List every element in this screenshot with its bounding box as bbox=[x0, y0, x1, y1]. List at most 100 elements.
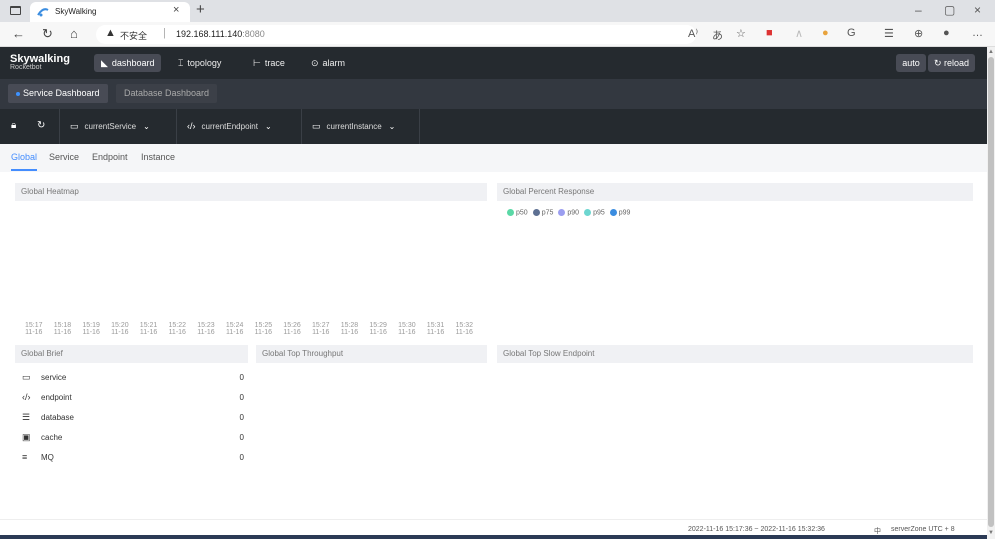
scrollbar-thumb[interactable] bbox=[988, 57, 994, 527]
global-top-throughput-title: Global Top Throughput bbox=[256, 345, 487, 363]
instance-icon: ▭ bbox=[312, 121, 321, 131]
refresh-icon[interactable]: ↻ bbox=[42, 26, 53, 42]
back-icon[interactable]: ← bbox=[12, 26, 25, 41]
legend-label: p95 bbox=[593, 209, 605, 217]
database-icon: ☰ bbox=[22, 412, 31, 422]
heatmap-time-label: 15:29 11-16 bbox=[369, 322, 387, 336]
dashboard-icon: ◣ bbox=[101, 58, 108, 68]
nav-topology[interactable]: ⌶ topology bbox=[171, 54, 228, 72]
url-field[interactable]: ▲ 不安全 | 192.168.111.140:8080 bbox=[96, 25, 696, 44]
heatmap-time-axis: 15:17 11-16 15:18 11-16 15:19 11-16 15:20 11-16… bbox=[25, 322, 485, 340]
collections-icon[interactable]: ⊕ bbox=[914, 27, 923, 40]
tab-endpoint[interactable]: Endpoint bbox=[92, 152, 128, 162]
nav-alarm[interactable]: ⊙ alarm bbox=[304, 54, 352, 72]
heatmap-time-label: 15:18 11-16 bbox=[53, 322, 72, 336]
scroll-up-icon[interactable]: ▲ bbox=[988, 49, 994, 55]
topology-icon: ⌶ bbox=[178, 58, 184, 68]
active-tab-underline bbox=[11, 169, 37, 171]
legend-item-p95[interactable]: p95 bbox=[584, 209, 605, 216]
service-select[interactable]: ▭ currentService ⌄ bbox=[59, 109, 175, 144]
content-tabs: Global Service Endpoint Instance bbox=[0, 144, 987, 172]
logo: Skywalking Rocketbot bbox=[10, 53, 70, 71]
legend-swatch bbox=[558, 209, 566, 216]
global-heatmap-title: Global Heatmap bbox=[15, 183, 487, 201]
page-scrollbar[interactable]: ▲ ▼ bbox=[987, 47, 995, 539]
scroll-down-icon[interactable]: ▼ bbox=[988, 530, 994, 536]
favorites-bar-icon[interactable]: ☰ bbox=[884, 27, 894, 40]
reload-button[interactable]: ↻ reload bbox=[928, 54, 975, 72]
browser-tab-title: SkyWalking bbox=[55, 7, 97, 16]
profile-avatar-icon[interactable]: ● bbox=[943, 27, 950, 39]
endpoint-icon: ‹/› bbox=[22, 392, 31, 402]
percent-legend: p50 p75 p90 p95 p99 bbox=[507, 209, 635, 216]
instance-select[interactable]: ▭ currentInstance ⌄ bbox=[301, 109, 419, 144]
tab-instance[interactable]: Instance bbox=[141, 152, 175, 162]
extension-icon[interactable]: ∧ bbox=[795, 27, 803, 40]
heatmap-time-label: 15:20 11-16 bbox=[111, 322, 129, 336]
url-text[interactable]: 192.168.111.140:8080 bbox=[176, 29, 265, 39]
skywalking-favicon-icon bbox=[37, 8, 49, 17]
brief-row-cache: ▣ cache 0 bbox=[22, 432, 244, 442]
heatmap-time-label: 15:21 11-16 bbox=[139, 322, 158, 336]
legend-label: p90 bbox=[567, 209, 580, 217]
legend-item-p90[interactable]: p90 bbox=[558, 209, 579, 216]
endpoint-icon: ‹/› bbox=[187, 121, 196, 131]
security-warning-text[interactable]: 不安全 bbox=[120, 29, 147, 42]
legend-swatch bbox=[609, 209, 617, 216]
global-brief-title: Global Brief bbox=[15, 345, 248, 363]
heatmap-time-label: 15:30 11-16 bbox=[398, 322, 416, 336]
service-icon: ▭ bbox=[70, 121, 79, 131]
address-bar: ← ↻ ⌂ ▲ 不安全 | 192.168.111.140:8080 A⁾ あ … bbox=[0, 22, 995, 47]
browser-tab[interactable]: SkyWalking × bbox=[30, 2, 190, 22]
service-icon: ▭ bbox=[22, 372, 31, 382]
tab-database-dashboard[interactable]: Database Dashboard bbox=[116, 84, 218, 103]
tab-actions-icon[interactable] bbox=[10, 6, 21, 15]
global-top-slow-endpoint-title: Global Top Slow Endpoint bbox=[497, 345, 973, 363]
app-top-nav: Skywalking Rocketbot ◣ dashboard ⌶ topolog… bbox=[0, 47, 987, 79]
toolbar-divider bbox=[419, 109, 420, 144]
selector-toolbar: 🔒︎ ↻ ▭ currentService ⌄ ‹/› currentEndpoint… bbox=[0, 109, 987, 144]
legend-label: p75 bbox=[541, 209, 554, 217]
heatmap-time-label: 15:23 11-16 bbox=[197, 322, 215, 336]
translate-icon[interactable]: あ bbox=[712, 27, 723, 43]
refresh-icon[interactable]: ↻ bbox=[37, 120, 45, 131]
restore-icon[interactable]: ▢ bbox=[944, 3, 955, 17]
heatmap-time-label: 15:28 11-16 bbox=[340, 322, 359, 336]
nav-dashboard[interactable]: ◣ dashboard bbox=[94, 54, 162, 72]
taskbar-edge bbox=[0, 535, 987, 539]
legend-item-p50[interactable]: p50 bbox=[507, 209, 528, 216]
home-icon[interactable]: ⌂ bbox=[70, 26, 78, 41]
server-zone[interactable]: serverZone UTC + 8 bbox=[891, 526, 955, 533]
new-tab-icon[interactable]: + bbox=[196, 1, 205, 18]
tab-service-dashboard[interactable]: Service Dashboard bbox=[8, 84, 108, 103]
minimize-icon[interactable]: – bbox=[915, 3, 922, 17]
warning-icon[interactable]: ▲ bbox=[105, 27, 116, 39]
tab-global[interactable]: Global bbox=[11, 152, 37, 162]
more-menu-icon[interactable]: … bbox=[972, 27, 983, 39]
nav-trace[interactable]: ⊢ trace bbox=[246, 54, 292, 72]
read-aloud-icon[interactable]: A⁾ bbox=[688, 27, 698, 40]
auto-button[interactable]: auto bbox=[896, 54, 926, 72]
close-tab-icon[interactable]: × bbox=[173, 4, 179, 16]
legend-item-p99[interactable]: p99 bbox=[609, 209, 631, 217]
tab-service[interactable]: Service bbox=[49, 152, 79, 162]
legend-label: p50 bbox=[516, 209, 528, 217]
heatmap-time-label: 15:31 11-16 bbox=[426, 322, 445, 336]
legend-label: p99 bbox=[618, 209, 631, 217]
extension-icon[interactable]: G bbox=[847, 27, 856, 39]
time-range[interactable]: 2022-11-16 15:17:36 ~ 2022-11-16 15:32:3… bbox=[688, 526, 825, 533]
alarm-icon: ⊙ bbox=[311, 58, 319, 68]
legend-item-p75[interactable]: p75 bbox=[532, 209, 554, 217]
favorite-icon[interactable]: ☆ bbox=[736, 27, 746, 40]
lock-icon[interactable]: 🔒︎ bbox=[11, 120, 16, 131]
heatmap-time-label: 15:24 11-16 bbox=[225, 322, 244, 336]
url-separator: | bbox=[163, 27, 166, 39]
cache-icon: ▣ bbox=[22, 432, 31, 442]
close-window-icon[interactable]: × bbox=[974, 3, 981, 17]
endpoint-select[interactable]: ‹/› currentEndpoint ⌄ bbox=[176, 109, 300, 144]
extension-icon[interactable]: ■ bbox=[766, 27, 773, 39]
extension-icon[interactable]: ● bbox=[822, 27, 829, 39]
heatmap-time-label: 15:27 11-16 bbox=[312, 322, 330, 336]
reload-icon: ↻ bbox=[933, 58, 944, 68]
legend-swatch bbox=[532, 209, 540, 216]
